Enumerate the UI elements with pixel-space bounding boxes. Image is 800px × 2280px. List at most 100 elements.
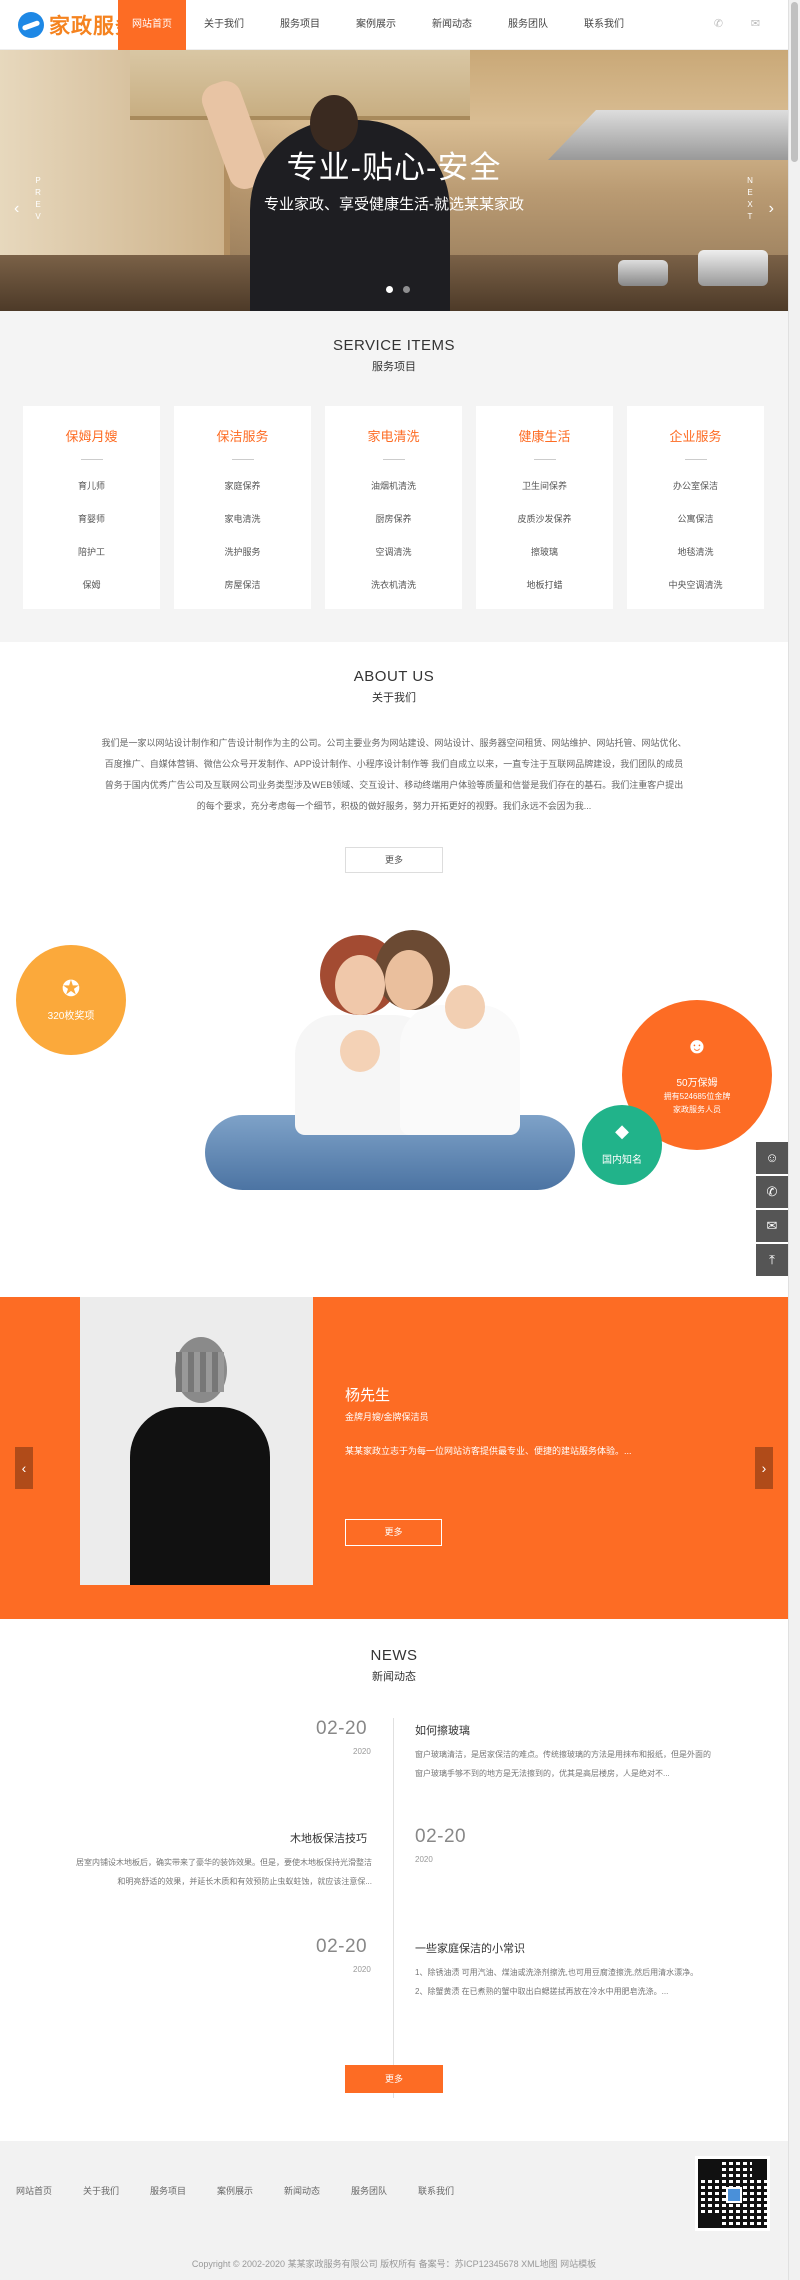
service-card: 保洁服务 家庭保养 家电清洗 洗护服务 房屋保洁 — [174, 406, 311, 609]
banner-upper-cabinet — [130, 50, 470, 120]
news-timeline — [393, 1718, 394, 2098]
chevron-right-icon[interactable]: › — [755, 1447, 773, 1489]
scrollbar-thumb[interactable] — [791, 2, 798, 162]
side-float-bar: ☺ ✆ ✉ ⤒ — [756, 1142, 788, 1278]
nav-home[interactable]: 网站首页 — [118, 0, 186, 50]
service-link[interactable]: 公寓保洁 — [627, 503, 764, 536]
service-card-title[interactable]: 保洁服务 — [174, 426, 311, 445]
wechat-icon[interactable]: ✉ — [756, 1210, 788, 1242]
footer-nav-item[interactable]: 联系我们 — [418, 2184, 485, 2197]
service-link[interactable]: 家电清洗 — [174, 503, 311, 536]
about-line: 曾务于国内优秀广告公司及互联网公司业务类型涉及WEB领域、交互设计、移动终端用户… — [104, 780, 684, 790]
service-link[interactable]: 地板打蜡 — [476, 569, 613, 602]
prev-letter: R — [35, 188, 41, 197]
team-more-button[interactable]: 更多 — [345, 1519, 442, 1546]
service-link[interactable]: 空调清洗 — [325, 536, 462, 569]
news-title[interactable]: 如何擦玻璃 — [415, 1722, 470, 1738]
service-card-title[interactable]: 家电清洗 — [325, 426, 462, 445]
service-link[interactable]: 油烟机清洗 — [325, 470, 462, 503]
qq-icon[interactable]: ☺ — [756, 1142, 788, 1174]
service-card: 企业服务 办公室保洁 公寓保洁 地毯清洗 中央空调清洗 — [627, 406, 764, 609]
service-link[interactable]: 地毯清洗 — [627, 536, 764, 569]
footer-nav-item[interactable]: 关于我们 — [83, 2184, 150, 2197]
news-more-button[interactable]: 更多 — [345, 2065, 443, 2093]
team-member-face-blur — [176, 1352, 224, 1392]
about-line: 百度推广、自媒体营销、微信公众号开发制作、APP设计制作、小程序设计制作等 我们… — [104, 759, 684, 769]
team-section: 杨先生 金牌月嫂/金牌保洁员 某某家政立志于为每一位网站访客提供最专业、便捷的建… — [0, 1297, 788, 1619]
nav-contact[interactable]: 联系我们 — [566, 0, 642, 50]
phone-icon[interactable]: ✆ — [756, 1176, 788, 1208]
about-title-en: ABOUT US — [353, 668, 435, 685]
nav-cases[interactable]: 案例展示 — [338, 0, 414, 50]
banner-dot[interactable] — [403, 286, 410, 293]
news-date: 02-20 — [316, 1718, 368, 1739]
news-excerpt-line: 和明亮舒适的效果，并延长木质和有效预防止虫蚁蛀蚀，就应该注意保... — [117, 1877, 372, 1886]
news-title[interactable]: 一些家庭保洁的小常识 — [415, 1940, 525, 1956]
service-card-title[interactable]: 保姆月嫂 — [23, 426, 160, 445]
chevron-left-icon[interactable]: ‹ — [15, 1447, 33, 1489]
banner-prev-label[interactable]: P R E V — [30, 175, 46, 223]
service-link[interactable]: 中央空调清洗 — [627, 569, 764, 602]
about-more-button[interactable]: 更多 — [345, 847, 443, 873]
news-title-cn: 新闻动态 — [372, 1671, 416, 1683]
prev-letter: P — [35, 176, 41, 185]
back-to-top-icon[interactable]: ⤒ — [756, 1244, 788, 1276]
about-title-cn: 关于我们 — [372, 692, 416, 704]
service-link[interactable]: 育婴师 — [23, 503, 160, 536]
banner-next-label[interactable]: N E X T — [742, 175, 758, 223]
footer-nav-item[interactable]: 网站首页 — [16, 2184, 83, 2197]
service-link[interactable]: 擦玻璃 — [476, 536, 613, 569]
mail-icon[interactable]: ✉ — [749, 18, 762, 31]
divider — [231, 459, 254, 460]
service-link[interactable]: 房屋保洁 — [174, 569, 311, 602]
service-link[interactable]: 办公室保洁 — [627, 470, 764, 503]
service-card: 家电清洗 油烟机清洗 厨房保养 空调清洗 洗衣机清洗 — [325, 406, 462, 609]
nav-about[interactable]: 关于我们 — [186, 0, 262, 50]
header-icons: ✆ ✉ — [712, 18, 762, 31]
news-year: 2020 — [353, 1747, 371, 1756]
family-mother-face — [335, 955, 385, 1015]
nav-services[interactable]: 服务项目 — [262, 0, 338, 50]
footer-nav-item[interactable]: 案例展示 — [217, 2184, 284, 2197]
person-icon: ☻ — [685, 1033, 709, 1058]
chevron-left-icon[interactable]: ‹ — [14, 200, 19, 218]
news-year: 2020 — [353, 1965, 371, 1974]
news-title[interactable]: 木地板保洁技巧 — [290, 1830, 367, 1846]
footer-nav-item[interactable]: 新闻动态 — [284, 2184, 351, 2197]
prev-letter: V — [35, 212, 41, 221]
news-year: 2020 — [415, 1855, 433, 1864]
news-excerpt-line: 窗户玻璃手够不到的地方是无法擦到的，优其是高层楼房，人是绝对不... — [415, 1769, 670, 1778]
service-link[interactable]: 育儿师 — [23, 470, 160, 503]
service-link[interactable]: 卫生间保养 — [476, 470, 613, 503]
service-link[interactable]: 皮质沙发保养 — [476, 503, 613, 536]
news-excerpt: 居室内铺设木地板后，确实带来了豪华的装饰效果。但是，要使木地板保持光滑整洁 和明… — [42, 1853, 372, 1891]
footer-nav-item[interactable]: 服务项目 — [150, 2184, 217, 2197]
chevron-right-icon[interactable]: › — [769, 200, 774, 218]
news-excerpt-line: 居室内铺设木地板后，确实带来了豪华的装饰效果。但是，要使木地板保持光滑整洁 — [76, 1858, 372, 1867]
news-date: 02-20 — [415, 1826, 467, 1847]
service-link[interactable]: 厨房保养 — [325, 503, 462, 536]
footer-nav-item[interactable]: 服务团队 — [351, 2184, 418, 2197]
footer-nav: 网站首页 关于我们 服务项目 案例展示 新闻动态 服务团队 联系我们 — [16, 2184, 485, 2197]
service-card-title[interactable]: 企业服务 — [627, 426, 764, 445]
service-link[interactable]: 洗衣机清洗 — [325, 569, 462, 602]
banner-dot[interactable] — [386, 286, 393, 293]
service-cards: 保姆月嫂 育儿师 育婴师 陪护工 保姆 保洁服务 家庭保养 家电清洗 洗护服务 … — [23, 406, 764, 609]
site-header: 家政服务 网站首页 关于我们 服务项目 案例展示 新闻动态 服务团队 联系我们 … — [0, 0, 788, 50]
service-link[interactable]: 家庭保养 — [174, 470, 311, 503]
page-scrollbar[interactable] — [788, 0, 800, 2280]
news-date: 02-20 — [316, 1936, 368, 1957]
service-card: 健康生活 卫生间保养 皮质沙发保养 擦玻璃 地板打蜡 — [476, 406, 613, 609]
service-link[interactable]: 陪护工 — [23, 536, 160, 569]
service-link[interactable]: 保姆 — [23, 569, 160, 602]
service-card-title[interactable]: 健康生活 — [476, 426, 613, 445]
services-section: SERVICE ITEMS 服务项目 保姆月嫂 育儿师 育婴师 陪护工 保姆 保… — [0, 311, 788, 642]
nav-team[interactable]: 服务团队 — [490, 0, 566, 50]
service-link[interactable]: 洗护服务 — [174, 536, 311, 569]
services-title-en: SERVICE ITEMS — [332, 337, 456, 354]
service-card: 保姆月嫂 育儿师 育婴师 陪护工 保姆 — [23, 406, 160, 609]
divider — [382, 459, 405, 460]
nav-news[interactable]: 新闻动态 — [414, 0, 490, 50]
banner-pot — [698, 250, 768, 286]
phone-icon[interactable]: ✆ — [712, 18, 725, 31]
